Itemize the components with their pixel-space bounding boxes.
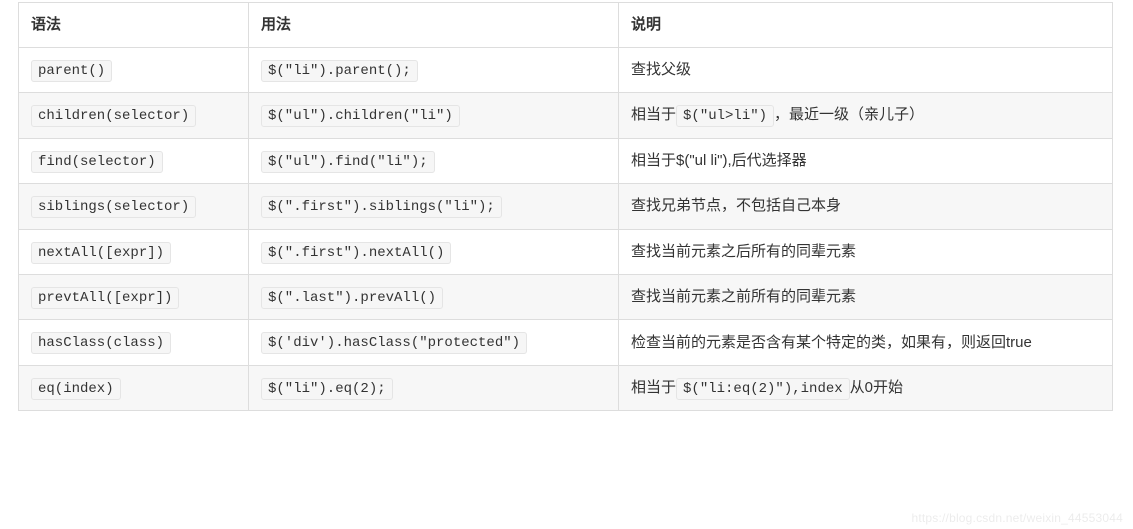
table-row: hasClass(class) $('div').hasClass("protec… [19,320,1113,365]
cell-syntax: find(selector) [19,138,249,183]
usage-code: $("li").eq(2); [261,378,393,400]
usage-code: $('div').hasClass("protected") [261,332,527,354]
cell-usage: $("ul").children("li") [249,93,619,138]
syntax-code: prevtAll([expr]) [31,287,179,309]
syntax-code: parent() [31,60,112,82]
usage-code: $("ul").find("li"); [261,151,435,173]
usage-code: $("li").parent(); [261,60,418,82]
cell-desc: 相当于$("ul>li")，最近一级（亲儿子） [619,93,1113,138]
header-syntax: 语法 [19,3,249,48]
cell-desc: 检查当前的元素是否含有某个特定的类，如果有，则返回true [619,320,1113,365]
desc-text: 相当于 [631,379,676,396]
table-row: siblings(selector) $(".first").siblings("… [19,184,1113,229]
cell-desc: 查找兄弟节点，不包括自己本身 [619,184,1113,229]
desc-inline-code: $("ul>li") [676,105,774,127]
desc-text: 查找父级 [631,61,691,78]
cell-desc: 相当于$("li:eq(2)"),index从0开始 [619,365,1113,410]
desc-text: 查找兄弟节点，不包括自己本身 [631,197,841,214]
cell-usage: $(".first").nextAll() [249,229,619,274]
usage-code: $("ul").children("li") [261,105,460,127]
table-row: find(selector) $("ul").find("li"); 相当于$("u… [19,138,1113,183]
cell-syntax: siblings(selector) [19,184,249,229]
cell-syntax: nextAll([expr]) [19,229,249,274]
cell-syntax: children(selector) [19,93,249,138]
usage-code: $(".first").siblings("li"); [261,196,502,218]
table-row: parent() $("li").parent(); 查找父级 [19,48,1113,93]
cell-syntax: eq(index) [19,365,249,410]
table-row: prevtAll([expr]) $(".last").prevAll() 查找当前… [19,274,1113,319]
watermark-text: https://blog.csdn.net/weixin_44553044 [911,511,1123,525]
cell-syntax: prevtAll([expr]) [19,274,249,319]
cell-syntax: parent() [19,48,249,93]
header-desc: 说明 [619,3,1113,48]
cell-usage: $("li").parent(); [249,48,619,93]
cell-desc: 查找父级 [619,48,1113,93]
syntax-code: nextAll([expr]) [31,242,171,264]
cell-desc: 查找当前元素之后所有的同辈元素 [619,229,1113,274]
desc-text: ，最近一级（亲儿子） [774,106,924,123]
syntax-code: find(selector) [31,151,163,173]
syntax-code: hasClass(class) [31,332,171,354]
cell-usage: $(".last").prevAll() [249,274,619,319]
desc-text: 检查当前的元素是否含有某个特定的类，如果有，则返回true [631,334,1032,351]
desc-text: 查找当前元素之前所有的同辈元素 [631,288,856,305]
table-row: eq(index) $("li").eq(2); 相当于$("li:eq(2)"),… [19,365,1113,410]
desc-text: 相当于 [631,106,676,123]
cell-usage: $('div').hasClass("protected") [249,320,619,365]
cell-usage: $("ul").find("li"); [249,138,619,183]
syntax-code: children(selector) [31,105,196,127]
table-row: nextAll([expr]) $(".first").nextAll() 查找当前… [19,229,1113,274]
usage-code: $(".first").nextAll() [261,242,451,264]
desc-text: 查找当前元素之后所有的同辈元素 [631,243,856,260]
header-usage: 用法 [249,3,619,48]
jquery-methods-table: 语法 用法 说明 parent() $("li").parent(); 查找父级 ch… [18,2,1113,411]
syntax-code: siblings(selector) [31,196,196,218]
desc-inline-code: $("li:eq(2)"),index [676,378,850,400]
table-header-row: 语法 用法 说明 [19,3,1113,48]
cell-usage: $("li").eq(2); [249,365,619,410]
usage-code: $(".last").prevAll() [261,287,443,309]
syntax-code: eq(index) [31,378,121,400]
table-row: children(selector) $("ul").children("li")… [19,93,1113,138]
desc-text: 从0开始 [850,379,903,396]
cell-usage: $(".first").siblings("li"); [249,184,619,229]
cell-syntax: hasClass(class) [19,320,249,365]
cell-desc: 查找当前元素之前所有的同辈元素 [619,274,1113,319]
cell-desc: 相当于$("ul li"),后代选择器 [619,138,1113,183]
desc-text: 相当于$("ul li"),后代选择器 [631,152,807,169]
